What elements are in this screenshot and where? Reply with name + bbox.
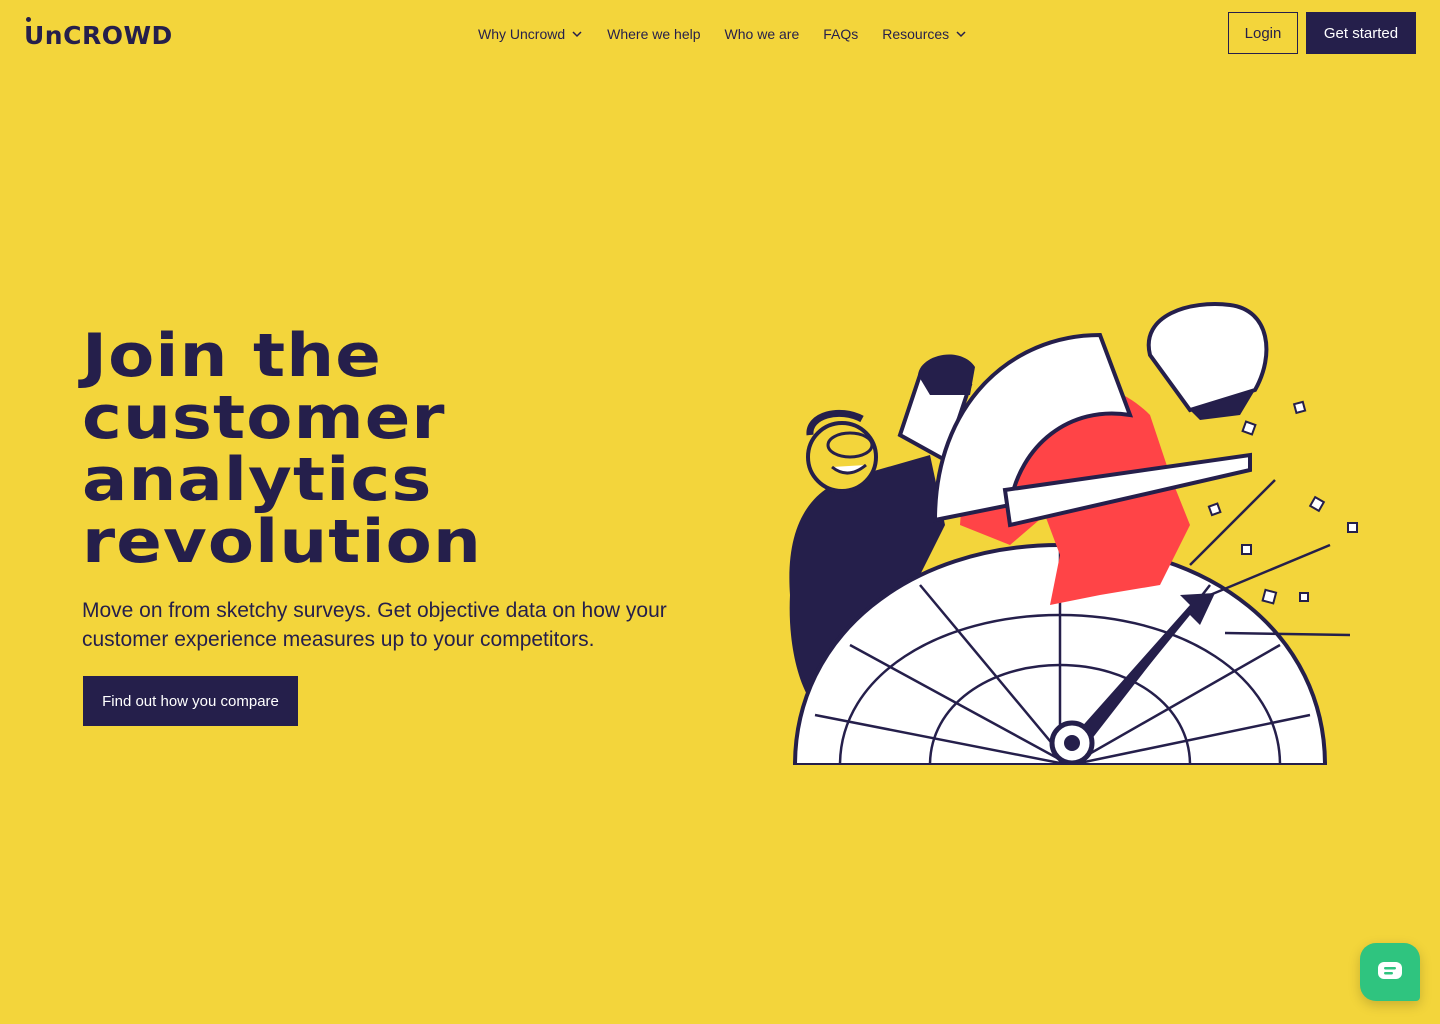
chat-bubble-icon bbox=[1378, 962, 1402, 979]
hero-illustration bbox=[789, 302, 1358, 765]
nav-item-why-uncrowd[interactable]: Why Uncrowd bbox=[478, 26, 583, 42]
nav-item-label: Why Uncrowd bbox=[478, 26, 566, 42]
nav-item-where-we-help[interactable]: Where we help bbox=[607, 26, 700, 42]
hero-title-line: analytics bbox=[82, 445, 433, 515]
hero-title-line: Join the bbox=[82, 321, 382, 391]
hero-title: Join the customer analytics revolution bbox=[82, 325, 702, 573]
login-button[interactable]: Login bbox=[1228, 12, 1298, 54]
main-nav: Why Uncrowd Where we help Who we are FAQ… bbox=[478, 24, 967, 44]
nav-item-label: Resources bbox=[882, 26, 950, 42]
nav-item-label: Who we are bbox=[724, 26, 800, 42]
nav-item-resources[interactable]: Resources bbox=[882, 26, 967, 42]
logo-wordmark: UnCROWD bbox=[24, 17, 173, 50]
nav-item-faqs[interactable]: FAQs bbox=[823, 26, 858, 42]
nav-item-who-we-are[interactable]: Who we are bbox=[725, 26, 800, 42]
uncrowd-logo[interactable]: UnCROWD bbox=[24, 17, 173, 50]
hero-title-line: customer bbox=[82, 383, 446, 453]
nav-item-label: Where we help bbox=[607, 26, 701, 42]
get-started-button[interactable]: Get started bbox=[1306, 12, 1416, 54]
hero-title-line: revolution bbox=[82, 507, 482, 577]
chevron-down-icon bbox=[956, 31, 966, 38]
chat-launcher-button[interactable] bbox=[1360, 943, 1420, 1001]
compare-cta-button[interactable]: Find out how you compare bbox=[83, 676, 298, 726]
nav-item-label: FAQs bbox=[823, 26, 859, 42]
site-header: UnCROWD Why Uncrowd Where we help Who we… bbox=[0, 0, 1440, 68]
chevron-down-icon bbox=[572, 31, 582, 38]
hero-subtitle: Move on from sketchy surveys. Get object… bbox=[82, 599, 667, 651]
